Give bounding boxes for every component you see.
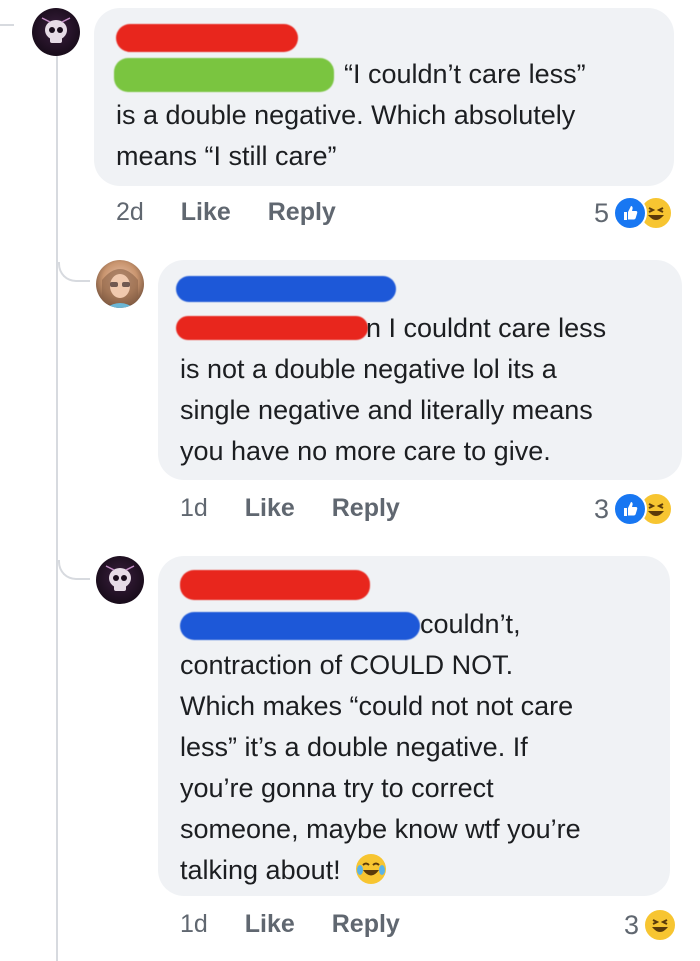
profile-photo-icon (102, 269, 138, 308)
redacted-mention (176, 316, 368, 340)
comment-text-line: is not a double negative lol its a (180, 354, 557, 384)
comment-text-line: “I couldn’t care less” (344, 59, 586, 89)
comment-bubble: “I couldn’t care less” is a double negat… (94, 8, 674, 186)
comment-bubble: couldn’t, contraction of COULD NOT. Whic… (158, 556, 670, 896)
comment-text-line: n I couldnt care less (366, 313, 607, 343)
comment-time[interactable]: 2d (116, 198, 144, 226)
like-icon (613, 196, 648, 230)
like-button[interactable]: Like (181, 198, 231, 226)
skull-icon (105, 565, 135, 591)
comment-text-line: couldn’t, (420, 609, 521, 639)
comment-text-line: someone, maybe know wtf you’re (180, 814, 581, 844)
redacted-mention (114, 58, 334, 92)
tears-of-joy-emoji-icon (356, 854, 387, 884)
reaction-count: 3 (594, 493, 610, 524)
reactions-summary[interactable]: 3 (594, 492, 674, 526)
reaction-count: 5 (594, 197, 610, 228)
comment-text-line: you have no more care to give. (180, 436, 551, 466)
comment-text-line: means “I still care” (116, 141, 337, 171)
comment-text-line: single negative and literally means (180, 395, 593, 425)
avatar[interactable] (96, 260, 144, 308)
comment-text-line: you’re gonna try to correct (180, 773, 494, 803)
comment-text-line-last: talking about! (180, 850, 387, 890)
thread-line (0, 24, 14, 26)
reply-button[interactable]: Reply (268, 198, 336, 226)
reply-button[interactable]: Reply (332, 910, 400, 938)
like-button[interactable]: Like (245, 910, 295, 938)
avatar[interactable] (96, 556, 144, 604)
comment-time[interactable]: 1d (180, 494, 208, 522)
comment-bubble: n I couldnt care less is not a double ne… (158, 260, 682, 480)
comment-text-line: less” it’s a double negative. If (180, 732, 528, 762)
comment-text-line: Which makes “could not not care (180, 691, 574, 721)
like-icon (613, 492, 648, 526)
reply-button[interactable]: Reply (332, 494, 400, 522)
comment-text-line: contraction of COULD NOT. (180, 650, 514, 680)
redacted-name (116, 24, 298, 52)
comment-time[interactable]: 1d (180, 910, 208, 938)
reactions-summary[interactable]: 5 (594, 196, 674, 230)
comment-meta: 1d Like Reply (180, 494, 400, 523)
reaction-count: 3 (624, 909, 640, 940)
reactions-summary[interactable]: 3 (624, 908, 678, 942)
thread-branch (58, 262, 90, 282)
thread-line (56, 56, 58, 961)
haha-icon (643, 908, 678, 942)
redacted-name (176, 276, 396, 302)
skull-icon (41, 17, 71, 43)
avatar[interactable] (32, 8, 80, 56)
like-button[interactable]: Like (245, 494, 295, 522)
comment-meta: 1d Like Reply (180, 910, 400, 939)
thread-branch (58, 560, 90, 580)
redacted-mention (180, 612, 420, 640)
comment-meta: 2d Like Reply (116, 198, 336, 227)
comment-text-line: is a double negative. Which absolutely (116, 100, 576, 130)
redacted-name (180, 570, 370, 600)
comment-text-fragment: talking about! (180, 855, 341, 885)
